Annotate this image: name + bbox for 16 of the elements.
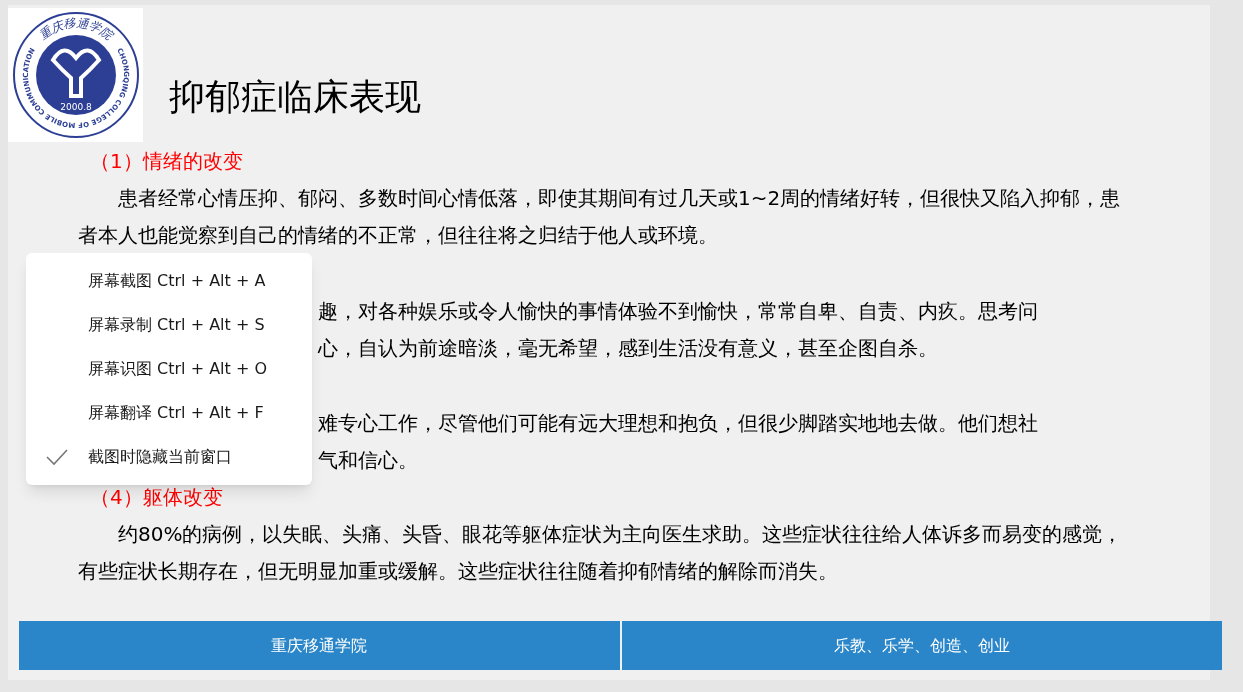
section-paragraph: 约80%的病例，以失眠、头痛、头昏、眼花等躯体症状为主向医生求助。这些症状往往给人体诉多而易变的感觉，有些症状长期存在，但无明显加重或缓解。这些症状往往随着抑郁情绪的解除而消失。 <box>78 521 1124 585</box>
menu-item[interactable]: 屏幕识图 Ctrl + Alt + O <box>26 347 312 391</box>
paragraph-fragment: 难专心工作，尽管他们可能有远大理想和抱负，但很少脚踏实地地去做。他们想社 <box>318 409 1038 437</box>
section-heading: （4）躯体改变 <box>90 484 223 511</box>
menu-item[interactable]: 屏幕截图 Ctrl + Alt + A <box>26 259 312 303</box>
paragraph-fragment: 气和信心。 <box>318 446 418 474</box>
menu-item[interactable]: 截图时隐藏当前窗口 <box>26 435 312 479</box>
menu-item[interactable]: 屏幕翻译 Ctrl + Alt + F <box>26 391 312 435</box>
section-heading: （1）情绪的改变 <box>90 148 243 175</box>
paragraph-fragment: 趣，对各种娱乐或令人愉快的事情体验不到愉快，常常自卑、自责、内疚。思考问 <box>318 297 1038 325</box>
slide-title: 抑郁症临床表现 <box>169 75 421 119</box>
paragraph-fragment: 心，自认为前途暗淡，毫无希望，感到生活没有意义，甚至企图自杀。 <box>318 334 938 362</box>
section-paragraph: 患者经常心情压抑、郁闷、多数时间心情低落，即使其期间有过几天或1~2周的情绪好转，但很快又陷入抑郁，患者本人也能觉察到自己的情绪的不正常，但往往将之归结于他人或环境。 <box>78 185 1122 249</box>
footer-text: 重庆移通学院 <box>271 634 368 657</box>
menu-item[interactable]: 屏幕录制 Ctrl + Alt + S <box>26 303 312 347</box>
footer-text: 乐教、乐学、创造、创业 <box>833 634 1010 657</box>
